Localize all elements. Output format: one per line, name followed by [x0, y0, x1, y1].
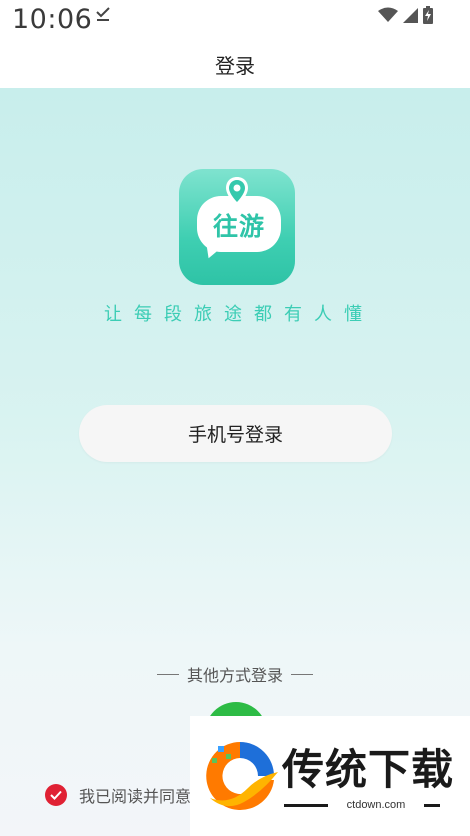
- agreement-row: 我已阅读并同意: [45, 783, 191, 807]
- watermark-logo-icon: [206, 742, 278, 810]
- status-bar: 10:06: [0, 0, 470, 40]
- app-logo: 往游: [179, 169, 295, 285]
- agree-checkbox[interactable]: [45, 784, 67, 806]
- signal-icon: [403, 8, 418, 23]
- location-pin-icon: [226, 177, 248, 207]
- phone-login-button[interactable]: 手机号登录: [79, 405, 392, 462]
- title-bar: 登录: [0, 40, 470, 88]
- slogan: 让每段旅途都有人懂: [104, 304, 374, 325]
- watermark-overlay: 传统下载 ctdown.com: [190, 716, 470, 836]
- watermark-url: ctdown.com: [346, 799, 406, 811]
- divider-line-right: [291, 673, 313, 675]
- other-login-divider: 其他方式登录: [0, 662, 470, 686]
- download-done-icon: [96, 7, 110, 21]
- wifi-icon: [378, 7, 398, 22]
- status-icons: [378, 6, 434, 24]
- watermark-line-right: [424, 804, 440, 807]
- watermark-title: 传统下载: [282, 745, 455, 794]
- logo-text: 往游: [212, 212, 265, 241]
- other-login-label: 其他方式登录: [186, 666, 283, 685]
- check-icon: [50, 790, 62, 800]
- page-title: 登录: [215, 53, 255, 78]
- status-time: 10:06: [12, 4, 93, 35]
- watermark-line-left: [284, 804, 328, 807]
- agreement-text: 我已阅读并同意: [79, 787, 192, 806]
- divider-line-left: [156, 673, 179, 675]
- battery-charging-icon: [423, 6, 433, 24]
